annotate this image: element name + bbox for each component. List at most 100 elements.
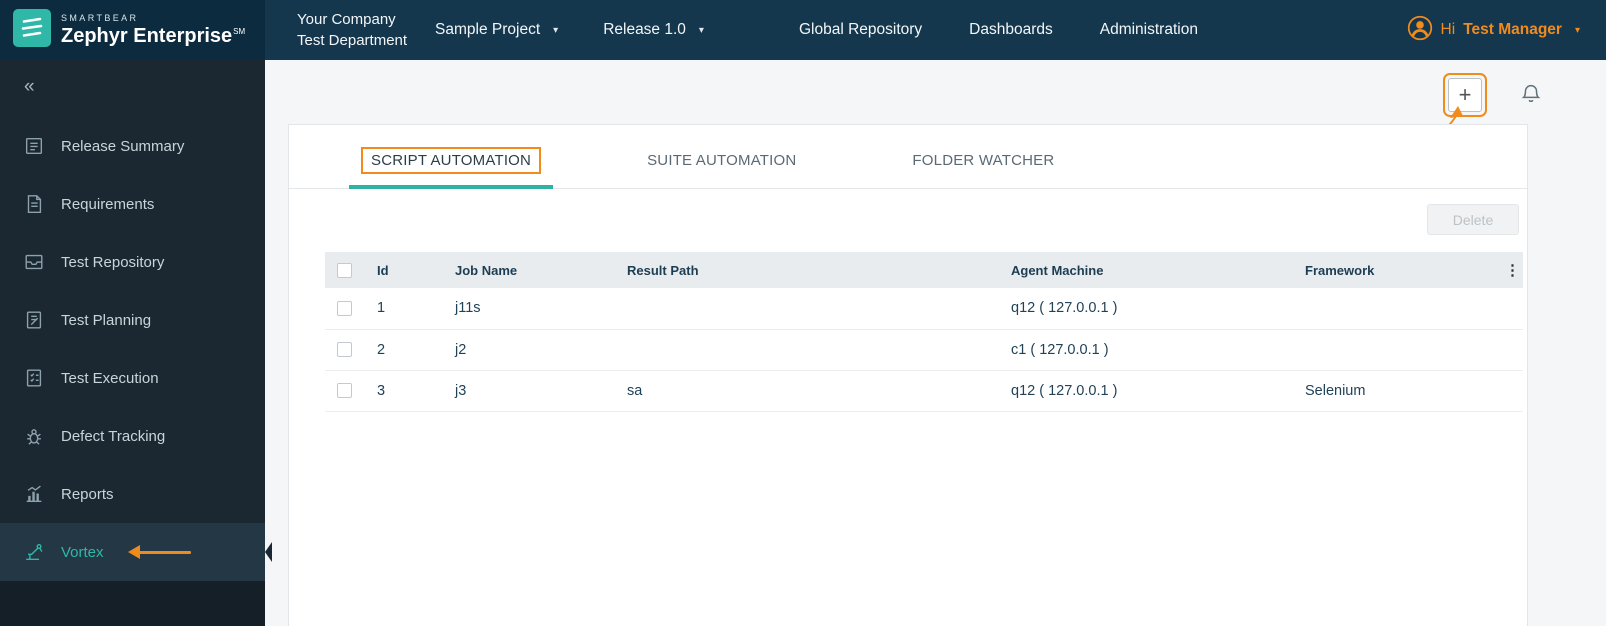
notifications-bell-icon[interactable]: [1520, 81, 1542, 110]
cell-framework: [1297, 329, 1497, 371]
table-row[interactable]: 3 j3 sa q12 ( 127.0.0.1 ) Selenium: [325, 370, 1523, 412]
sidebar-item-test-planning[interactable]: Test Planning: [0, 291, 265, 349]
user-name: Test Manager: [1463, 21, 1562, 38]
column-header-agent-machine: Agent Machine: [1003, 252, 1297, 288]
automation-panel: SCRIPT AUTOMATION SUITE AUTOMATION FOLDE…: [288, 124, 1528, 626]
sidebar-item-test-repository[interactable]: Test Repository: [0, 233, 265, 291]
cell-agent-machine: q12 ( 127.0.0.1 ): [1003, 288, 1297, 330]
reports-icon: [22, 483, 46, 505]
user-avatar-icon: [1407, 15, 1433, 46]
sidebar-item-label: Reports: [61, 485, 114, 503]
cell-options: [1497, 329, 1523, 371]
cell-framework: [1297, 288, 1497, 330]
cell-framework: Selenium: [1297, 370, 1497, 412]
project-selector[interactable]: Sample Project ▾: [435, 21, 558, 39]
tab-folder-watcher[interactable]: FOLDER WATCHER: [890, 147, 1076, 188]
column-options-icon[interactable]: ⋮: [1505, 262, 1520, 279]
sidebar-item-release-summary[interactable]: Release Summary: [0, 117, 265, 175]
cell-result-path: [619, 329, 1003, 371]
test-planning-icon: [22, 309, 46, 331]
requirements-icon: [22, 193, 46, 215]
tab-script-automation[interactable]: SCRIPT AUTOMATION: [349, 147, 554, 189]
row-checkbox[interactable]: [337, 383, 352, 399]
nav-administration[interactable]: Administration: [1100, 21, 1198, 39]
sidebar-footer: [0, 581, 265, 626]
sidebar-item-test-execution[interactable]: Test Execution: [0, 349, 265, 407]
zephyr-logo-icon: [13, 8, 51, 52]
cell-id: 1: [369, 288, 447, 330]
sidebar-item-reports[interactable]: Reports: [0, 465, 265, 523]
zephyr-app: SMARTBEAR Zephyr EnterpriseSM Your Compa…: [0, 0, 1606, 626]
column-options-header: ⋮: [1497, 252, 1523, 288]
cell-job-name: j2: [447, 329, 619, 371]
cell-checkbox: [325, 370, 369, 412]
department-name: Test Department: [297, 32, 408, 49]
table-actions: Delete: [289, 189, 1527, 235]
company-name: Your Company: [297, 11, 396, 28]
smartbear-label: SMARTBEAR: [61, 13, 139, 23]
select-all-header: [325, 252, 369, 288]
frame: « Release Summary Requirements Test Repo…: [0, 60, 1606, 626]
release-selector[interactable]: Release 1.0 ▾: [603, 21, 704, 39]
row-checkbox[interactable]: [337, 300, 352, 316]
service-mark: SM: [233, 27, 246, 37]
sidebar: « Release Summary Requirements Test Repo…: [0, 60, 272, 626]
cell-job-name: j3: [447, 370, 619, 412]
cell-result-path: sa: [619, 370, 1003, 412]
sidebar-item-requirements[interactable]: Requirements: [0, 175, 265, 233]
sidebar-item-label: Defect Tracking: [61, 427, 166, 445]
tabs: SCRIPT AUTOMATION SUITE AUTOMATION FOLDE…: [289, 125, 1527, 189]
defect-tracking-icon: [22, 425, 46, 447]
brand-text: SMARTBEAR Zephyr EnterpriseSM: [61, 13, 246, 47]
cell-options: [1497, 288, 1523, 330]
cell-job-name: j11s: [447, 288, 619, 330]
chevron-down-icon: ▾: [553, 24, 559, 36]
column-header-result-path: Result Path: [619, 252, 1003, 288]
top-navigation: Global Repository Dashboards Administrat…: [799, 21, 1198, 39]
sidebar-item-defect-tracking[interactable]: Defect Tracking: [0, 407, 265, 465]
sidebar-item-label: Test Repository: [61, 253, 165, 271]
row-checkbox[interactable]: [337, 342, 352, 358]
sidebar-item-label: Test Planning: [61, 311, 152, 329]
delete-button[interactable]: Delete: [1427, 204, 1519, 235]
column-header-job-name: Job Name: [447, 252, 619, 288]
sidebar-item-vortex[interactable]: Vortex: [0, 523, 272, 581]
select-all-checkbox[interactable]: [337, 263, 352, 279]
cell-id: 3: [369, 370, 447, 412]
test-execution-icon: [22, 367, 46, 389]
user-menu[interactable]: Hi Test Manager ▾: [1407, 15, 1580, 46]
sidebar-nav: Release Summary Requirements Test Reposi…: [0, 117, 272, 581]
user-greeting: Hi: [1440, 21, 1456, 38]
chevron-down-icon: ▾: [1574, 24, 1580, 36]
cell-agent-machine: c1 ( 127.0.0.1 ): [1003, 329, 1297, 371]
sidebar-item-label: Requirements: [61, 195, 155, 213]
sidebar-item-label: Vortex: [61, 543, 104, 561]
column-header-framework: Framework: [1297, 252, 1497, 288]
nav-dashboards[interactable]: Dashboards: [969, 21, 1053, 39]
sidebar-item-label: Test Execution: [61, 369, 159, 387]
table-row[interactable]: 2 j2 c1 ( 127.0.0.1 ): [325, 329, 1523, 371]
brand: SMARTBEAR Zephyr EnterpriseSM: [0, 0, 265, 60]
table-header-row: Id Job Name Result Path Agent Machine Fr…: [325, 252, 1523, 288]
column-header-id: Id: [369, 252, 447, 288]
vortex-pointer-arrow: [127, 545, 191, 559]
topbar: SMARTBEAR Zephyr EnterpriseSM Your Compa…: [0, 0, 1606, 60]
cell-agent-machine: q12 ( 127.0.0.1 ): [1003, 370, 1297, 412]
test-repository-icon: [22, 251, 46, 273]
table-row[interactable]: 1 j11s q12 ( 127.0.0.1 ): [325, 288, 1523, 330]
tab-suite-automation[interactable]: SUITE AUTOMATION: [625, 147, 818, 188]
nav-global-repository[interactable]: Global Repository: [799, 21, 922, 39]
cell-result-path: [619, 288, 1003, 330]
cell-checkbox: [325, 329, 369, 371]
release-summary-icon: [22, 135, 46, 157]
main-content: + Click to create an automation job. SCR…: [265, 60, 1606, 626]
product-name: Zephyr EnterpriseSM: [61, 25, 246, 47]
sidebar-item-label: Release Summary: [61, 137, 185, 155]
vortex-icon: [22, 541, 46, 563]
automation-jobs-table: Id Job Name Result Path Agent Machine Fr…: [325, 252, 1523, 412]
chevron-down-icon: ▾: [698, 24, 704, 36]
sidebar-collapse-button[interactable]: «: [0, 60, 265, 100]
company-department: Your Company Test Department: [297, 9, 407, 51]
cell-id: 2: [369, 329, 447, 371]
cell-checkbox: [325, 288, 369, 330]
